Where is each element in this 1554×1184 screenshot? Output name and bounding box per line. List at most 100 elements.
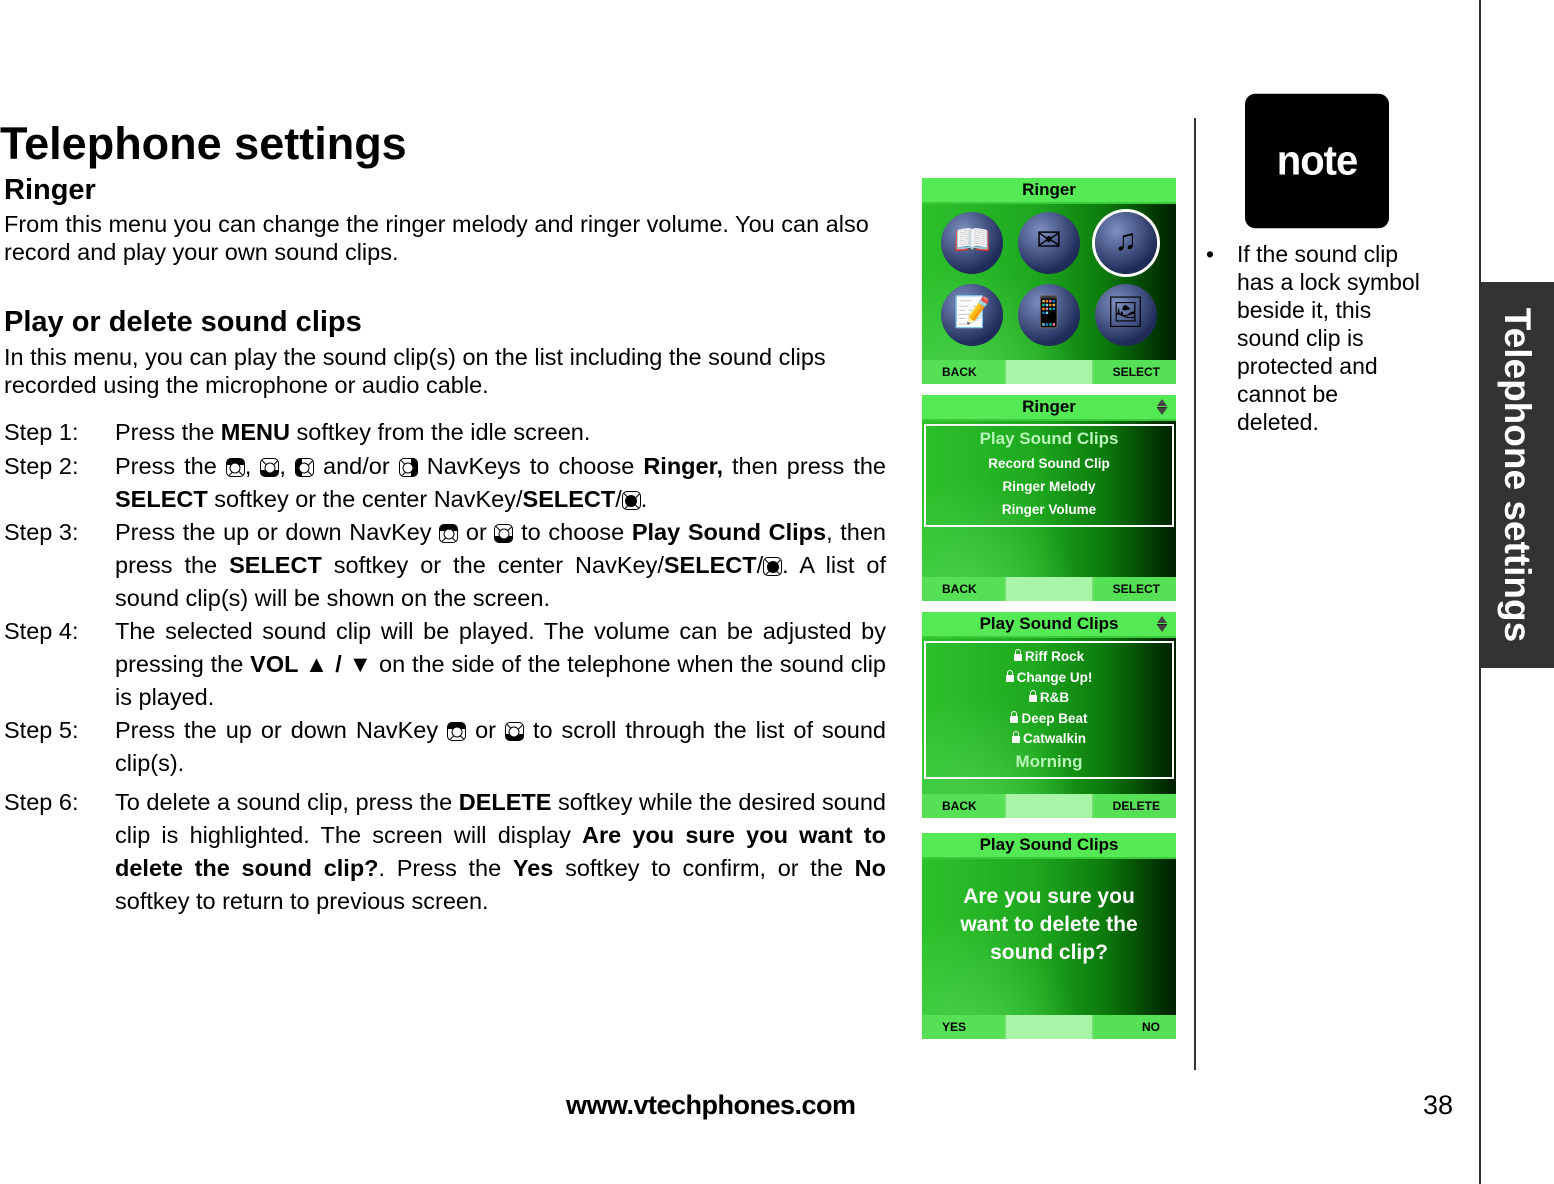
softkey-middle xyxy=(1004,1015,1094,1039)
menu-item[interactable]: Play Sound Clips xyxy=(926,426,1172,452)
step-text: To delete a sound clip, press the DELETE… xyxy=(115,789,887,914)
sound-clip-item[interactable]: Morning xyxy=(926,750,1172,774)
note-badge: note xyxy=(1245,93,1389,229)
bold-term: MENU xyxy=(220,419,290,445)
softkey-delete[interactable]: DELETE xyxy=(1094,794,1176,818)
screen-play-sound-clips: Play Sound Clips Riff Rock Change Up! R&B D… xyxy=(922,612,1176,818)
icon-glyph: ♫ xyxy=(1114,223,1137,257)
sound-clip-name: R&B xyxy=(1039,690,1070,705)
icon-glyph: 📖 xyxy=(953,223,992,257)
section-side-tab: Telephone settings xyxy=(1480,282,1554,668)
screen-ringer-menu: Ringer Play Sound Clips Record Sound Clip… xyxy=(922,395,1176,601)
softkey-select[interactable]: SELECT xyxy=(1094,577,1176,601)
sound-clip-name: Deep Beat xyxy=(1021,710,1088,726)
step: Step 1: Press the MENU softkey from the i… xyxy=(4,416,886,449)
scroll-arrows-icon xyxy=(1157,616,1167,632)
phone-settings-icon[interactable]: 📱 xyxy=(1017,284,1080,346)
softkey-back[interactable]: BACK xyxy=(922,577,1004,601)
screen-title: Ringer xyxy=(922,178,1176,204)
sound-clip-item[interactable]: R&B xyxy=(926,688,1172,709)
ringer-intro: From this menu you can change the ringer… xyxy=(4,211,869,265)
icon-glyph: 🖼 xyxy=(1106,295,1145,329)
menu-icon-grid: 📖 ✉ ♫ 📝 📱 🖼 xyxy=(934,212,1164,346)
lock-icon xyxy=(1013,649,1022,661)
softkey-back[interactable]: BACK xyxy=(922,794,1004,818)
confirm-message: Are you sure you want to delete the soun… xyxy=(960,885,1138,964)
lock-icon xyxy=(1011,731,1020,743)
messages-icon[interactable]: ✉ xyxy=(1017,212,1080,274)
column-divider xyxy=(1194,118,1196,1070)
pictures-icon[interactable]: 🖼 xyxy=(1094,284,1157,346)
note-item: • If the sound clip has a lock symbol be… xyxy=(1206,240,1426,436)
bold-term: DELETE xyxy=(458,789,552,815)
section-heading-ringer: Ringer xyxy=(4,174,96,206)
step-text: Press the MENU softkey from the idle scr… xyxy=(115,419,591,445)
step: Step 6: To delete a sound clip, press the… xyxy=(4,786,886,918)
step-text: Press the , , and/or NavKeys to choose R… xyxy=(115,453,886,512)
navkey-up-icon xyxy=(225,458,245,477)
menu-item[interactable]: Ringer Volume xyxy=(926,498,1172,521)
screen-title: Play Sound Clips xyxy=(922,833,1176,859)
softkey-select[interactable]: SELECT xyxy=(1094,360,1176,384)
navkey-left-icon xyxy=(294,458,314,477)
navkey-down-icon xyxy=(260,458,280,477)
bold-term: VOL ▲ / ▼ xyxy=(250,651,373,677)
subheading-play-delete: Play or delete sound clips xyxy=(4,306,362,338)
bullet: • xyxy=(1206,241,1215,267)
navkey-center-icon xyxy=(763,557,783,576)
menu-item[interactable]: Record Sound Clip xyxy=(926,452,1172,475)
softkey-middle xyxy=(1004,577,1094,601)
step: Step 2: Press the , , and/or NavKeys to c… xyxy=(4,450,886,516)
lock-icon xyxy=(1028,690,1037,702)
screen-title-text: Play Sound Clips xyxy=(979,614,1119,633)
bold-term: SELECT xyxy=(115,486,208,512)
bold-term: Ringer, xyxy=(643,453,723,479)
sound-clip-item[interactable]: Catwalkin xyxy=(926,729,1172,750)
step-label: Step 2: xyxy=(4,453,79,479)
screen-title: Ringer xyxy=(922,395,1176,421)
lock-icon xyxy=(1010,710,1019,723)
sound-clip-item[interactable]: Deep Beat xyxy=(926,709,1172,730)
sound-clip-item[interactable]: Change Up! xyxy=(926,668,1172,689)
step: Step 3: Press the up or down NavKey or to… xyxy=(4,516,886,615)
step-text: The selected sound clip will be played. … xyxy=(115,618,886,710)
side-tab-label: Telephone settings xyxy=(1497,307,1538,643)
softkey-middle xyxy=(1004,360,1094,384)
bold-term: No xyxy=(854,855,886,881)
sound-clip-name: Catwalkin xyxy=(1022,731,1087,746)
step-text: Press the up or down NavKey or to choose… xyxy=(115,519,886,611)
ringer-icon[interactable]: ♫ xyxy=(1094,212,1157,274)
lock-icon xyxy=(1005,669,1014,682)
navkey-down-icon xyxy=(494,524,514,543)
bold-term: Yes xyxy=(512,855,554,881)
step-label: Step 3: xyxy=(4,519,79,545)
navkey-center-icon xyxy=(621,491,641,510)
screen-delete-confirm: Play Sound Clips Are you sure you want t… xyxy=(922,833,1176,1039)
menu-item[interactable]: Ringer Melody xyxy=(926,475,1172,498)
sound-clip-item[interactable]: Riff Rock xyxy=(926,647,1172,668)
icon-glyph: 📝 xyxy=(953,295,992,329)
softkey-bar: YES NO xyxy=(922,1015,1176,1039)
softkey-yes[interactable]: YES xyxy=(922,1015,1004,1039)
screen-ringer-icons: Ringer 📖 ✉ ♫ 📝 📱 🖼 BACK SELECT xyxy=(922,178,1176,384)
bold-term: SELECT xyxy=(229,552,322,578)
softkey-no[interactable]: NO xyxy=(1094,1015,1176,1039)
bold-term: Are you sure you want to delete the soun… xyxy=(115,822,886,881)
softkey-back[interactable]: BACK xyxy=(922,360,1004,384)
step-label: Step 4: xyxy=(4,618,79,644)
softkey-bar: BACK SELECT xyxy=(922,577,1176,601)
sound-clip-list: Riff Rock Change Up! R&B Deep Beat Catwalkin… xyxy=(924,641,1174,779)
page-title: Telephone settings xyxy=(0,118,407,169)
page-number: 38 xyxy=(1423,1090,1454,1120)
step-label: Step 6: xyxy=(4,789,79,815)
notes-icon[interactable]: 📝 xyxy=(941,284,1004,346)
navkey-up-icon xyxy=(439,524,459,543)
navkey-down-icon xyxy=(504,722,524,741)
footer-url[interactable]: www.vtechphones.com xyxy=(566,1090,856,1121)
softkey-bar: BACK DELETE xyxy=(922,794,1176,818)
directory-icon[interactable]: 📖 xyxy=(941,212,1004,274)
navkey-up-icon xyxy=(447,722,467,741)
navkey-right-icon xyxy=(398,458,418,477)
icon-glyph: ✉ xyxy=(1036,223,1062,257)
sound-clip-name: Morning xyxy=(1015,751,1083,771)
